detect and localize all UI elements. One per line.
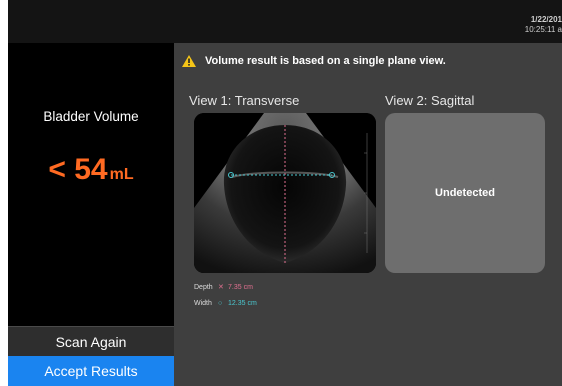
width-label: Width: [194, 300, 212, 307]
depth-value: 7.35 cm: [228, 283, 253, 291]
bladder-volume-value: < 54 mL: [8, 153, 174, 187]
width-value: 12.35 cm: [228, 300, 257, 307]
top-bar: 1/22/201 10:25:11 a: [8, 0, 562, 43]
volume-unit: mL: [109, 166, 134, 183]
circle-marker-icon: ○: [218, 300, 223, 307]
undetected-status: Undetected: [435, 187, 495, 199]
bladder-volume-label: Bladder Volume: [43, 109, 139, 124]
sagittal-view-box: Undetected: [385, 113, 545, 273]
x-marker-icon: ✕: [218, 284, 224, 291]
warning-text: Volume result is based on a single plane…: [205, 55, 446, 67]
accept-results-button[interactable]: Accept Results: [8, 356, 174, 386]
transverse-ultrasound-image: [194, 113, 376, 273]
warning-banner: Volume result is based on a single plane…: [182, 55, 446, 67]
main-panel: Volume result is based on a single plane…: [174, 43, 562, 386]
depth-label: Depth: [194, 283, 213, 291]
result-panel: Bladder Volume < 54 mL Scan Again Accept …: [8, 43, 174, 386]
view1-title: View 1: Transverse: [189, 93, 300, 108]
ultrasound-scan-graphic: [194, 113, 376, 273]
header-time: 10:25:11 a: [524, 25, 562, 34]
header-date: 1/22/201: [530, 15, 562, 24]
depth-measurement: Depth ✕ 7.35 cm: [194, 283, 253, 292]
view2-title: View 2: Sagittal: [385, 93, 475, 108]
warning-triangle-icon: [182, 55, 196, 67]
width-measurement: Width ○ 12.35 cm: [194, 300, 257, 307]
volume-prefix: <: [48, 153, 75, 186]
scan-again-button[interactable]: Scan Again: [8, 326, 174, 357]
volume-number: 54: [74, 153, 108, 186]
